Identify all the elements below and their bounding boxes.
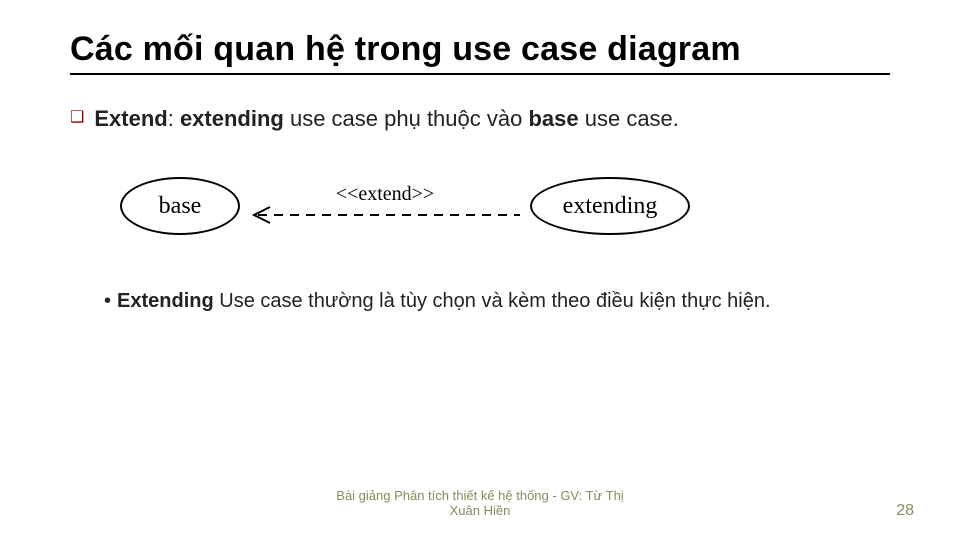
bullet-text: Extend: extending use case phụ thuộc vào…: [94, 105, 679, 133]
extend-stereotype-label: <<extend>>: [336, 183, 434, 206]
colon: :: [168, 106, 180, 131]
bullet-marker-icon: ❑: [70, 105, 84, 131]
extend-diagram: base <<extend>> extending: [120, 161, 890, 251]
usecase-extending-ellipse: extending: [530, 177, 690, 235]
main-bullet: ❑ Extend: extending use case phụ thuộc v…: [70, 105, 890, 133]
keyword-extending: extending: [180, 106, 284, 131]
sub-keyword: Extending: [117, 290, 214, 312]
keyword-extend: Extend: [94, 106, 167, 131]
footer: Bài giảng Phân tích thiết kế hệ thống - …: [0, 488, 960, 528]
sub-bullet: • Extending Use case thường là tùy chọn v…: [104, 287, 890, 315]
sub-rest: Use case thường là tùy chọn và kèm theo …: [214, 290, 771, 312]
footer-text: Bài giảng Phân tích thiết kế hệ thống - …: [320, 488, 640, 518]
slide: Các mối quan hệ trong use case diagram ❑…: [0, 0, 960, 540]
dashed-arrow-icon: [240, 205, 530, 225]
page-title: Các mối quan hệ trong use case diagram: [70, 30, 890, 75]
page-number: 28: [896, 502, 914, 520]
bullet-tail: use case.: [579, 106, 679, 131]
sub-bullet-dot-icon: •: [104, 290, 111, 312]
usecase-base-ellipse: base: [120, 177, 240, 235]
extend-arrow: <<extend>>: [240, 177, 530, 235]
keyword-base: base: [528, 106, 578, 131]
bullet-rest1: use case phụ thuộc vào: [284, 106, 529, 131]
